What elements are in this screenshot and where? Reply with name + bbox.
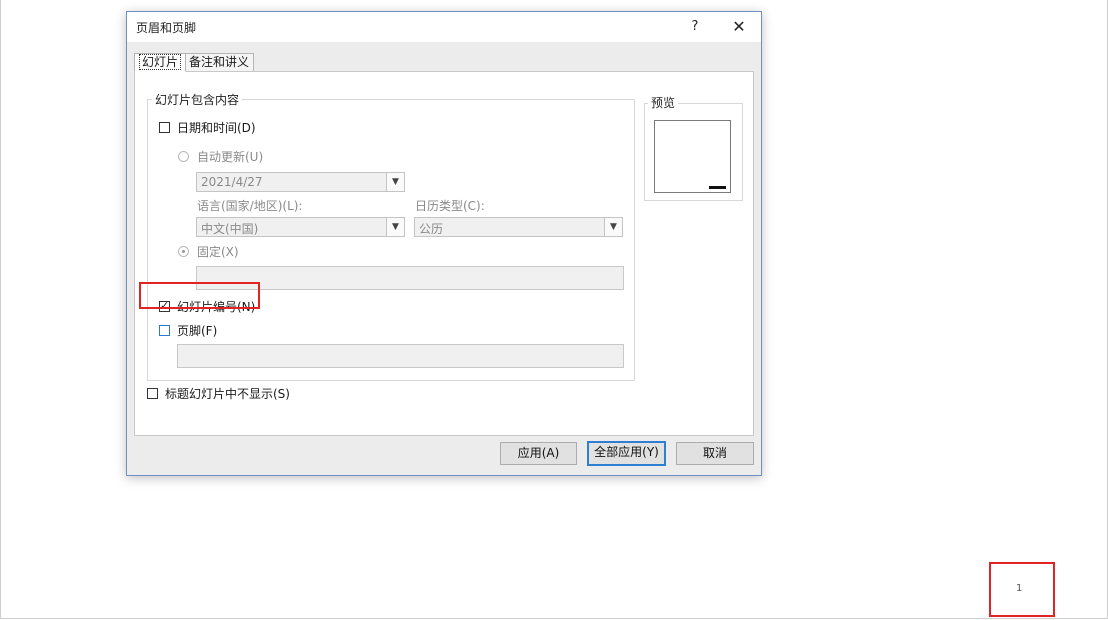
dialog-title: 页眉和页脚 (136, 21, 197, 35)
auto-update-label: 自动更新(U) (197, 150, 264, 164)
date-time-checkbox[interactable] (159, 122, 170, 133)
close-icon[interactable]: ✕ (727, 17, 751, 37)
apply-all-button[interactable]: 全部应用(Y) (587, 441, 666, 466)
language-value: 中文(中国) (201, 222, 259, 236)
slide-number-label: 幻灯片编号(N) (177, 300, 256, 314)
footer-text-input[interactable] (177, 344, 624, 368)
slide-number-checkbox[interactable]: ✓ (159, 299, 170, 312)
language-label: 语言(国家/地区)(L): (197, 199, 303, 213)
checkmark-icon: ✓ (160, 299, 170, 312)
apply-button[interactable]: 应用(A) (500, 442, 577, 465)
tab-notes-handouts-label: 备注和讲义 (189, 55, 250, 69)
calendar-type-label: 日历类型(C): (415, 199, 485, 213)
slide-page-number: 1 (1016, 583, 1023, 594)
help-icon[interactable]: ? (685, 17, 705, 37)
calendar-type-value: 公历 (419, 222, 444, 236)
date-time-label: 日期和时间(D) (177, 121, 256, 135)
chevron-down-icon: ▼ (386, 218, 404, 236)
tab-notes-handouts[interactable]: 备注和讲义 (184, 53, 255, 72)
auto-update-radio[interactable] (178, 151, 189, 162)
tab-slide-label: 幻灯片 (139, 54, 182, 70)
title-slide-checkbox[interactable] (147, 388, 158, 399)
slide-tab-panel: 幻灯片包含内容 日期和时间(D) 自动更新(U) 2021/4/27 ▼ 语言(… (134, 71, 754, 436)
preview-label: 预览 (648, 94, 679, 111)
title-slide-label: 标题幻灯片中不显示(S) (165, 387, 290, 401)
fixed-radio[interactable] (178, 246, 189, 257)
preview-slide-number-mark (709, 186, 726, 189)
fixed-date-input[interactable] (196, 266, 624, 290)
slide-content-group-label: 幻灯片包含内容 (152, 91, 243, 108)
dialog-titlebar: 页眉和页脚 ? ✕ (127, 12, 761, 42)
footer-label: 页脚(F) (177, 324, 218, 338)
cancel-button[interactable]: 取消 (676, 442, 754, 465)
chevron-down-icon: ▼ (604, 218, 622, 236)
calendar-type-select[interactable]: 公历 ▼ (414, 217, 623, 237)
chevron-down-icon: ▼ (386, 173, 404, 191)
language-select[interactable]: 中文(中国) ▼ (196, 217, 405, 237)
header-footer-dialog: 页眉和页脚 ? ✕ 幻灯片 备注和讲义 幻灯片包含内容 日期和时间(D) 自动更… (126, 11, 762, 476)
date-format-value: 2021/4/27 (201, 175, 263, 189)
footer-checkbox[interactable] (159, 325, 170, 336)
fixed-label: 固定(X) (197, 245, 239, 259)
slide-content-group (147, 99, 635, 381)
preview-thumbnail (654, 120, 731, 193)
tab-slide[interactable]: 幻灯片 (134, 53, 187, 72)
date-format-select[interactable]: 2021/4/27 ▼ (196, 172, 405, 192)
